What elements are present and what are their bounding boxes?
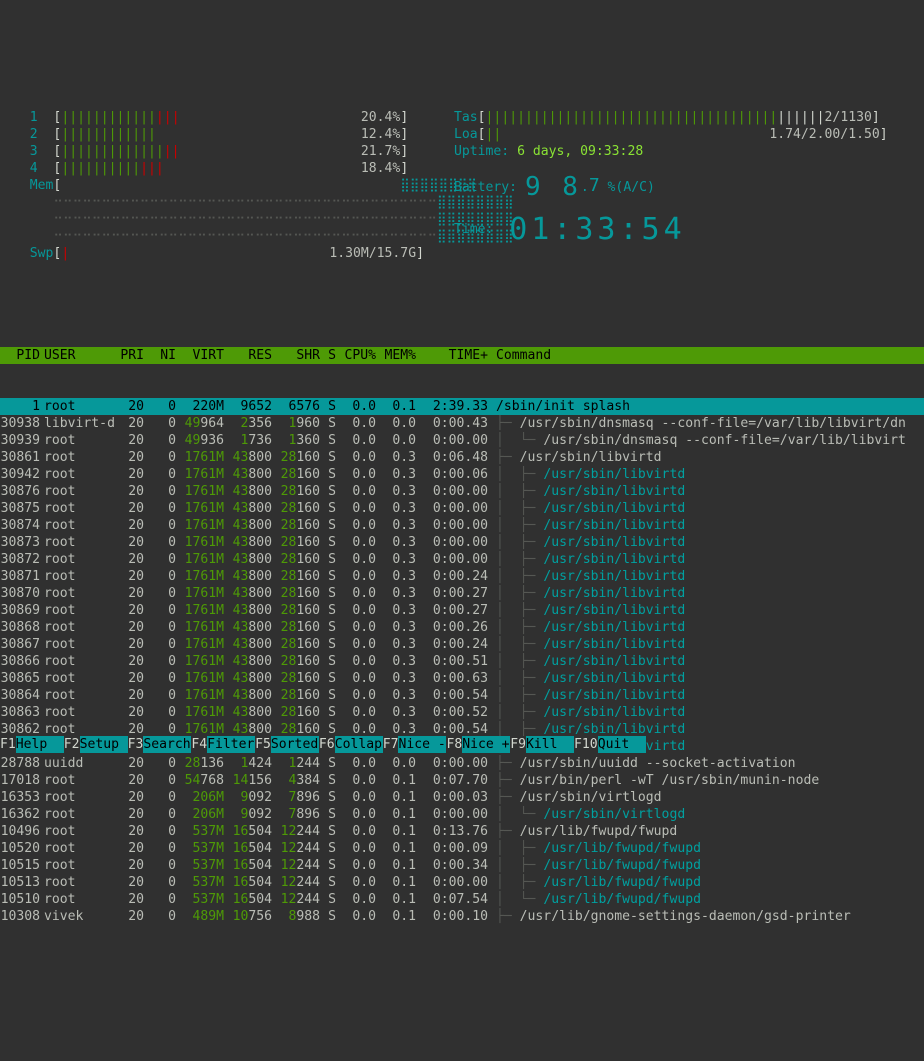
fkey-F2[interactable]: F2: [64, 736, 80, 753]
col-ni[interactable]: NI: [144, 347, 176, 364]
process-row[interactable]: 30863root2001761M4380028160S0.00.30:00.5…: [0, 704, 924, 721]
mem-graph-row: ⠒⠒⠒⠒⠒⠒⠒⠒⠒⠒⠒⠒⠒⠒⠒⠒⠒⠒⠒⠒⠒⠒⠒⠒⠒⠒⠒⠒⠒⠒⠒⠒⠒⠒⠒⠒⠒⠒⠒⠒…: [14, 228, 434, 245]
battery: Battery: 9 8.7 %(A/C): [454, 177, 914, 196]
col-s[interactable]: S: [320, 347, 336, 364]
process-row[interactable]: 30938libvirt-d2004996423561960S0.00.00:0…: [0, 415, 924, 432]
process-row[interactable]: 30868root2001761M4380028160S0.00.30:00.2…: [0, 619, 924, 636]
process-row[interactable]: 30864root2001761M4380028160S0.00.30:00.5…: [0, 687, 924, 704]
mem-meter: Mem[ ⣿⣿⣿⣿⣿⣿⣿⣿: [14, 177, 434, 194]
process-row[interactable]: 10308vivek200489M107568988S0.00.10:00.10…: [0, 908, 924, 925]
fkey-F10[interactable]: F10: [574, 736, 598, 753]
fkey-label-kill[interactable]: Kill: [526, 736, 574, 753]
fkey-F4[interactable]: F4: [191, 736, 207, 753]
col-time+[interactable]: TIME+: [416, 347, 488, 364]
col-cpu%[interactable]: CPU%: [336, 347, 376, 364]
fkey-label-filter[interactable]: Filter: [207, 736, 255, 753]
process-row[interactable]: 10515root200537M1650412244S0.00.10:00.34…: [0, 857, 924, 874]
fkey-F6[interactable]: F6: [319, 736, 335, 753]
process-row[interactable]: 17018root20054768141564384S0.00.10:07.70…: [0, 772, 924, 789]
fkey-label-search[interactable]: Search: [143, 736, 191, 753]
process-row[interactable]: 30873root2001761M4380028160S0.00.30:00.0…: [0, 534, 924, 551]
fkey-label-nice +[interactable]: Nice +: [462, 736, 510, 753]
col-virt[interactable]: VIRT: [176, 347, 224, 364]
process-row[interactable]: 30861root2001761M4380028160S0.00.30:06.4…: [0, 449, 924, 466]
swap-meter: Swp[| 1.30M/15.7G]: [14, 245, 434, 262]
process-row[interactable]: 10510root200537M1650412244S0.00.10:07.54…: [0, 891, 924, 908]
fkey-F1[interactable]: F1: [0, 736, 16, 753]
process-row[interactable]: 10513root200537M1650412244S0.00.10:00.00…: [0, 874, 924, 891]
process-row[interactable]: 30869root2001761M4380028160S0.00.30:00.2…: [0, 602, 924, 619]
fkey-F8[interactable]: F8: [446, 736, 462, 753]
process-row[interactable]: 30939root2004993617361360S0.00.00:00.00│…: [0, 432, 924, 449]
process-row[interactable]: 16362root200206M90927896S0.00.10:00.00│ …: [0, 806, 924, 823]
fkey-F3[interactable]: F3: [128, 736, 144, 753]
cpu-meter-4: 4 [||||||||||||| 18.4%]: [14, 160, 434, 177]
tasks-meter: Tas[||||||||||||||||||||||||||||||||||||…: [454, 109, 914, 126]
col-pid[interactable]: PID: [0, 347, 40, 364]
fkey-F5[interactable]: F5: [255, 736, 271, 753]
process-row[interactable]: 30875root2001761M4380028160S0.00.30:00.0…: [0, 500, 924, 517]
col-command[interactable]: Command: [488, 347, 924, 364]
fkey-F7[interactable]: F7: [383, 736, 399, 753]
process-row[interactable]: 30870root2001761M4380028160S0.00.30:00.2…: [0, 585, 924, 602]
process-row[interactable]: 30871root2001761M4380028160S0.00.30:00.2…: [0, 568, 924, 585]
col-mem%[interactable]: MEM%: [376, 347, 416, 364]
col-shr[interactable]: SHR: [272, 347, 320, 364]
process-table[interactable]: PIDUSERPRINIVIRTRESSHRSCPU%MEM%TIME+Comm…: [0, 313, 924, 942]
process-row[interactable]: 30865root2001761M4380028160S0.00.30:00.6…: [0, 670, 924, 687]
load-meter: Loa[|| 1.74/2.00/1.50]: [454, 126, 914, 143]
process-row[interactable]: 10496root200537M1650412244S0.00.10:13.76…: [0, 823, 924, 840]
process-row[interactable]: 30866root2001761M4380028160S0.00.30:00.5…: [0, 653, 924, 670]
process-row[interactable]: 30942root2001761M4380028160S0.00.30:00.0…: [0, 466, 924, 483]
process-row[interactable]: 30876root2001761M4380028160S0.00.30:00.0…: [0, 483, 924, 500]
cpu-meter-1: 1 [||||||||||||||| 20.4%]: [14, 109, 434, 126]
col-user[interactable]: USER: [40, 347, 112, 364]
fkey-F9[interactable]: F9: [510, 736, 526, 753]
function-key-bar[interactable]: F1HelpF2SetupF3SearchF4FilterF5SortedF6C…: [0, 736, 924, 753]
process-row[interactable]: 30867root2001761M4380028160S0.00.30:00.2…: [0, 636, 924, 653]
meters-panel: 1 [||||||||||||||| 20.4%] 2 [|||||||||||…: [0, 68, 924, 279]
process-row[interactable]: 1root200220M96526576S0.00.12:39.33/sbin/…: [0, 398, 924, 415]
fkey-label-collap[interactable]: Collap: [335, 736, 383, 753]
table-header[interactable]: PIDUSERPRINIVIRTRESSHRSCPU%MEM%TIME+Comm…: [0, 347, 924, 364]
process-row[interactable]: 16353root200206M90927896S0.00.10:00.03├─…: [0, 789, 924, 806]
col-res[interactable]: RES: [224, 347, 272, 364]
process-row[interactable]: 28788uuidd2002813614241244S0.00.00:00.00…: [0, 755, 924, 772]
process-row[interactable]: 10520root200537M1650412244S0.00.10:00.09…: [0, 840, 924, 857]
clock: Time: 01:33:54: [454, 221, 914, 238]
fkey-label-sorted[interactable]: Sorted: [271, 736, 319, 753]
cpu-meter-2: 2 [|||||||||||| 12.4%]: [14, 126, 434, 143]
cpu-meter-3: 3 [||||||||||||||| 21.7%]: [14, 143, 434, 160]
fkey-label-quit[interactable]: Quit: [598, 736, 646, 753]
mem-graph-row: ⠒⠒⠒⠒⠒⠒⠒⠒⠒⠒⠒⠒⠒⠒⠒⠒⠒⠒⠒⠒⠒⠒⠒⠒⠒⠒⠒⠒⠒⠒⠒⠒⠒⠒⠒⠒⠒⠒⠒⠒…: [14, 211, 434, 228]
process-row[interactable]: 30874root2001761M4380028160S0.00.30:00.0…: [0, 517, 924, 534]
uptime: Uptime: 6 days, 09:33:28: [454, 143, 914, 160]
process-row[interactable]: 30872root2001761M4380028160S0.00.30:00.0…: [0, 551, 924, 568]
fkey-label-setup[interactable]: Setup: [80, 736, 128, 753]
col-pri[interactable]: PRI: [112, 347, 144, 364]
fkey-label-nice -[interactable]: Nice -: [398, 736, 446, 753]
mem-graph-row: ⠒⠒⠒⠒⠒⠒⠒⠒⠒⠒⠒⠒⠒⠒⠒⠒⠒⠒⠒⠒⠒⠒⠒⠒⠒⠒⠒⠒⠒⠒⠒⠒⠒⠒⠒⠒⠒⠒⠒⠒…: [14, 194, 434, 211]
fkey-label-help[interactable]: Help: [16, 736, 64, 753]
